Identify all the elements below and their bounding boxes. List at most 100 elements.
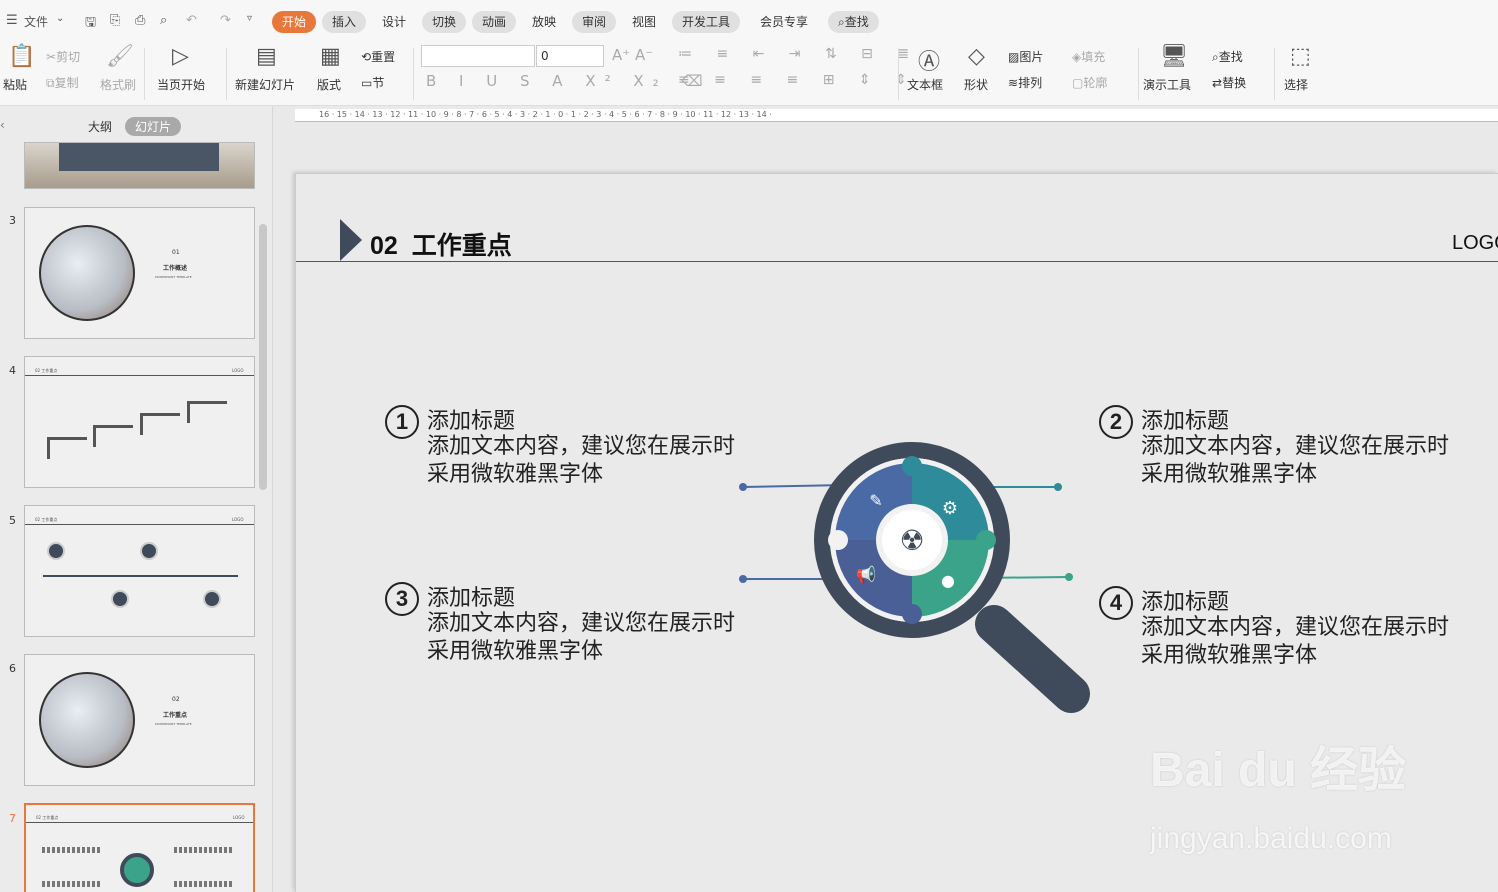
tab-outline[interactable]: 大纲 xyxy=(88,118,112,135)
reset-button[interactable]: ⟲重置 xyxy=(361,48,395,65)
thumb-number: 7 xyxy=(9,812,16,825)
fill-icon: ◈ xyxy=(1072,50,1082,64)
save-icon[interactable]: 🖫 xyxy=(85,13,96,35)
slide-thumb-2[interactable] xyxy=(24,142,255,189)
svg-text:☢: ☢ xyxy=(899,524,924,557)
thumb-number: 4 xyxy=(9,364,16,377)
copy-button[interactable]: ⧉复制 xyxy=(46,74,79,91)
horizontal-ruler[interactable]: 16 · 15 · 14 · 13 · 12 · 11 · 10 · 9 · 8… xyxy=(295,109,1498,122)
slide-thumb-3[interactable]: 01 工作概述 POWERPOINT TEMPLATE xyxy=(24,207,255,339)
export-icon[interactable]: ⎘ xyxy=(110,13,120,28)
item-title: 添加标题 xyxy=(1141,589,1230,614)
thumb-number: 5 xyxy=(9,514,16,527)
grow-font-icon[interactable]: A⁺ A⁻ xyxy=(612,46,653,64)
redo-icon[interactable]: ↷ xyxy=(220,13,231,28)
section-button[interactable]: ▭节 xyxy=(361,74,384,91)
customize-icon[interactable]: ▿ xyxy=(247,13,252,24)
tab-animation[interactable]: 动画 xyxy=(472,11,517,33)
present-tools-button[interactable]: 演示工具 xyxy=(1143,76,1191,93)
preview-icon[interactable]: ⌕ xyxy=(160,13,167,28)
slide-thumb-6[interactable]: 02 工作重点 POWERPOINT TEMPLATE xyxy=(24,654,255,786)
tab-slides[interactable]: 幻灯片 xyxy=(125,117,182,136)
item-number: 4 xyxy=(1099,586,1133,620)
chevron-down-icon[interactable]: ⌄ xyxy=(56,13,64,24)
select-button[interactable]: 选择 xyxy=(1284,76,1308,93)
thumb-number: 3 xyxy=(9,214,16,227)
copy-icon: ⧉ xyxy=(46,76,55,90)
item-text: 添加文本内容，建议您在展示时采用微软雅黑字体 xyxy=(427,433,736,486)
shapes-icon: ◇ xyxy=(968,44,985,69)
tab-insert[interactable]: 插入 xyxy=(322,11,367,33)
play-icon: ▷ xyxy=(172,44,189,69)
scrollbar[interactable] xyxy=(259,224,267,490)
ribbon-toolbar: 📋 粘贴 ✂剪切 ⧉复制 🖌 格式刷 ▷ 当页开始 ▤ 新建幻灯片 ▦ 版式 ⟲… xyxy=(0,42,1498,106)
undo-icon[interactable]: ↶ xyxy=(186,13,197,28)
textbox-icon: Ⓐ xyxy=(918,50,941,75)
paste-button[interactable]: 粘贴 xyxy=(3,76,27,93)
collapse-icon[interactable]: ‹ xyxy=(0,118,5,132)
laptop-photo xyxy=(39,225,135,321)
find-button[interactable]: ⌕查找 xyxy=(1212,48,1243,65)
triangle-marker-icon xyxy=(340,219,362,261)
file-menu[interactable]: 文件 xyxy=(24,13,48,30)
list-icons[interactable]: ≔ ≡ ⇤ ⇥ ⇅ ⊟ ≣ xyxy=(678,46,919,62)
format-painter-button[interactable]: 格式刷 xyxy=(100,76,136,93)
watermark-url: jingyan.baidu.com xyxy=(1150,822,1392,855)
section-header: 02 工作重点 xyxy=(370,232,512,260)
brush-icon: 🖌 xyxy=(106,44,134,69)
tab-slideshow[interactable]: 放映 xyxy=(522,11,566,33)
item-title: 添加标题 xyxy=(427,408,516,433)
new-slide-icon: ▤ xyxy=(256,44,277,69)
print-icon[interactable]: ⎙ xyxy=(135,13,145,28)
slide-thumb-4[interactable]: 02 工作重点 LOGO xyxy=(24,356,255,488)
tab-transition[interactable]: 切换 xyxy=(422,11,467,33)
svg-text:✎: ✎ xyxy=(869,491,882,510)
item-title: 添加标题 xyxy=(427,585,516,610)
from-current-button[interactable]: 当页开始 xyxy=(157,76,205,93)
item-number: 3 xyxy=(385,582,419,616)
header-divider xyxy=(296,261,1498,262)
paste-icon[interactable]: 📋 xyxy=(8,44,35,69)
slide-thumb-7-selected[interactable]: 02 工作重点 LOGO xyxy=(24,803,255,892)
font-size-input[interactable]: 0 xyxy=(536,45,604,67)
laptop-photo xyxy=(39,672,135,768)
new-slide-button[interactable]: 新建幻灯片 xyxy=(235,76,295,93)
slide-thumb-5[interactable]: 02 工作重点 LOGO xyxy=(24,505,255,637)
layout-icon: ▦ xyxy=(320,44,341,69)
svg-text:📢: 📢 xyxy=(856,565,876,584)
select-icon: ⬚ xyxy=(1290,44,1311,69)
cut-button[interactable]: ✂剪切 xyxy=(46,48,80,65)
replace-button[interactable]: ⇄替换 xyxy=(1212,74,1246,91)
item-number: 1 xyxy=(385,405,419,439)
section-icon: ▭ xyxy=(361,76,373,90)
text-format-icons[interactable]: B I U S A X² X₂ ⌫ xyxy=(426,72,712,90)
search-box[interactable]: ⌕查找 xyxy=(828,11,879,33)
textbox-button[interactable]: 文本框 xyxy=(907,76,943,93)
fill-button[interactable]: ◈填充 xyxy=(1072,48,1105,65)
item-text: 添加文本内容，建议您在展示时采用微软雅黑字体 xyxy=(1141,614,1450,667)
font-name-input[interactable] xyxy=(421,45,535,67)
layout-button[interactable]: 版式 xyxy=(317,76,341,93)
tab-view[interactable]: 视图 xyxy=(622,11,666,33)
arrange-icon: ≋ xyxy=(1008,76,1019,90)
thumb-number: 6 xyxy=(9,662,16,675)
tab-design[interactable]: 设计 xyxy=(372,11,416,33)
svg-text:●: ● xyxy=(941,571,955,590)
picture-button[interactable]: ▨图片 xyxy=(1008,48,1043,65)
arrange-button[interactable]: ≋排列 xyxy=(1008,74,1042,91)
tab-review[interactable]: 审阅 xyxy=(572,11,617,33)
outline-button[interactable]: ▢轮廓 xyxy=(1072,74,1107,91)
tab-home[interactable]: 开始 xyxy=(272,11,317,33)
reset-icon: ⟲ xyxy=(361,50,372,64)
scissors-icon: ✂ xyxy=(46,50,57,64)
search-icon: ⌕ xyxy=(838,15,845,29)
tab-member[interactable]: 会员专享 xyxy=(750,11,818,33)
align-icons[interactable]: ≡ ≡ ≡ ≡ ⊞ ⇕ ⇕ xyxy=(678,72,917,88)
outline-icon: ▢ xyxy=(1072,76,1084,90)
shapes-button[interactable]: 形状 xyxy=(964,76,988,93)
tab-developer[interactable]: 开发工具 xyxy=(672,11,741,33)
picture-icon: ▨ xyxy=(1008,50,1020,64)
replace-icon: ⇄ xyxy=(1212,76,1223,90)
item-text: 添加文本内容，建议您在展示时采用微软雅黑字体 xyxy=(427,610,736,663)
hamburger-icon[interactable]: ☰ xyxy=(6,13,18,28)
